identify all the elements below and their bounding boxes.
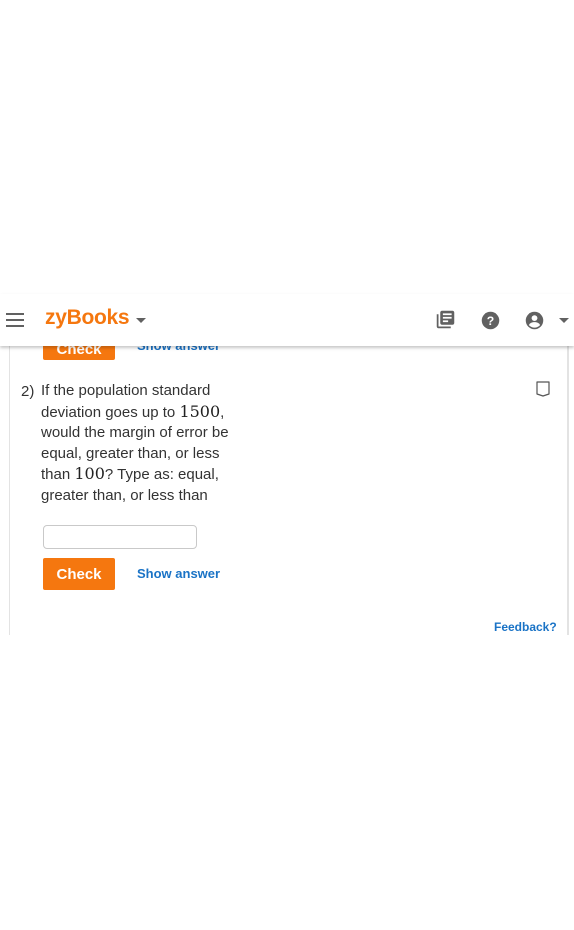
content-area: Check Show answer 2) If the population s… bbox=[0, 300, 574, 635]
bookmark-icon[interactable] bbox=[536, 381, 550, 397]
account-circle-icon[interactable] bbox=[524, 310, 545, 331]
value-100: 100 bbox=[74, 464, 105, 484]
question-number: 2) bbox=[21, 383, 35, 400]
feedback-link[interactable]: Feedback? bbox=[494, 620, 557, 634]
check-button[interactable]: Check bbox=[43, 558, 115, 590]
zybooks-logo[interactable]: zyBooks bbox=[45, 306, 130, 330]
chevron-down-icon[interactable] bbox=[559, 318, 569, 323]
hamburger-menu-icon[interactable] bbox=[6, 313, 24, 327]
answer-input[interactable] bbox=[43, 525, 197, 549]
top-header: zyBooks ? bbox=[0, 294, 574, 346]
help-circle-icon[interactable]: ? bbox=[480, 310, 501, 331]
svg-text:?: ? bbox=[487, 314, 494, 328]
show-answer-link[interactable]: Show answer bbox=[137, 566, 220, 581]
value-1500: 1500 bbox=[179, 401, 221, 421]
question-card: Check Show answer 2) If the population s… bbox=[9, 300, 569, 635]
library-books-icon[interactable] bbox=[435, 309, 456, 330]
question-text: If the population standard deviation goe… bbox=[41, 381, 241, 507]
chevron-down-icon[interactable] bbox=[136, 318, 146, 323]
